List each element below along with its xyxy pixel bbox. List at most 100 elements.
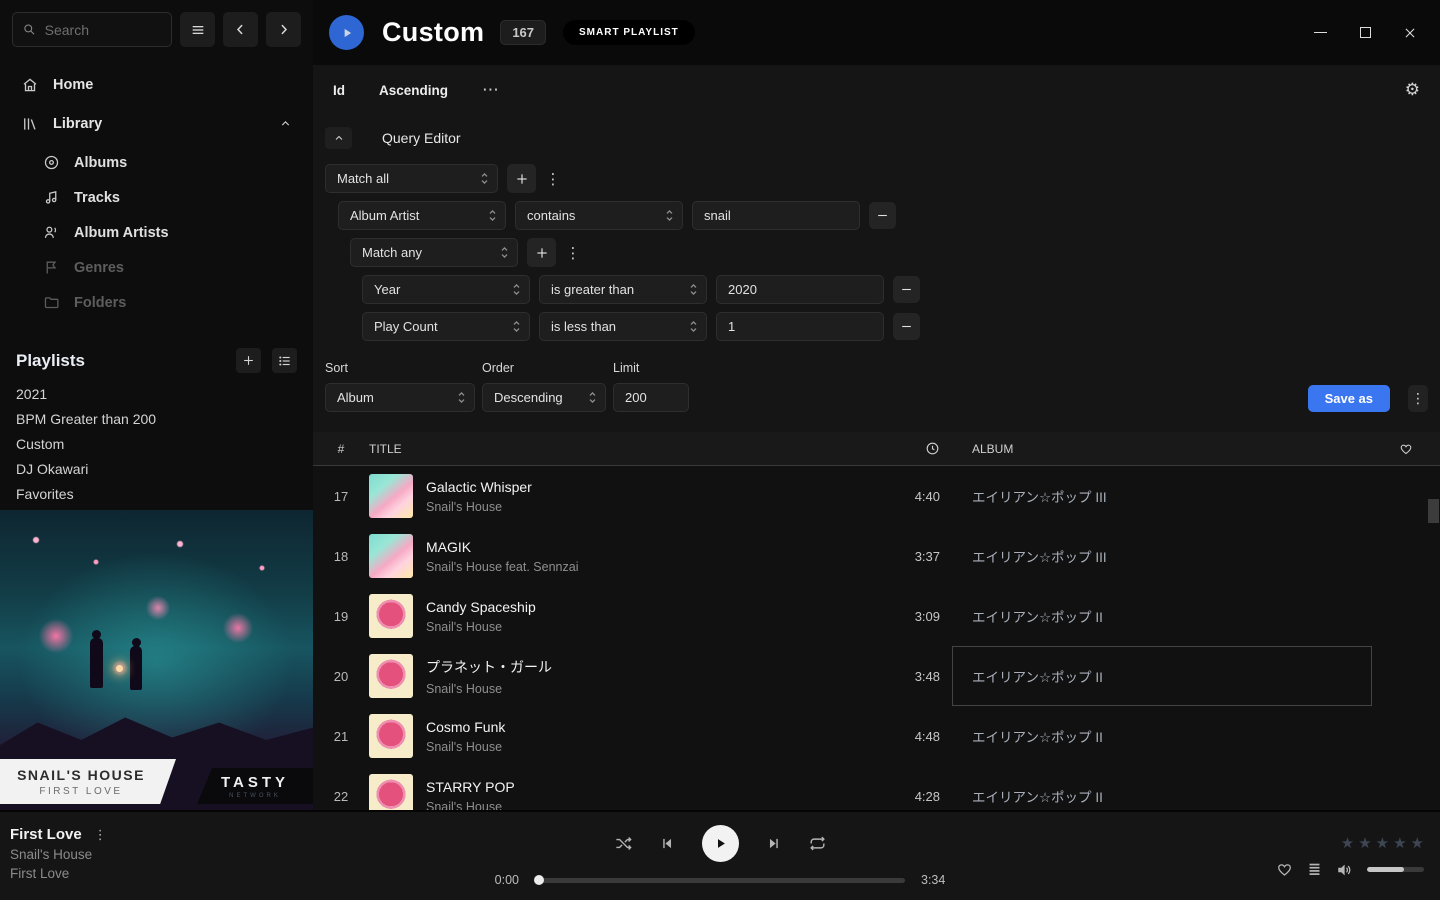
track-artist[interactable]: Snail's House feat. Sennzai xyxy=(426,560,578,574)
volume-slider[interactable] xyxy=(1367,867,1424,872)
star-icon[interactable]: ★ xyxy=(1341,834,1354,852)
track-album[interactable]: エイリアン☆ポップ II xyxy=(952,646,1372,706)
seek-handle[interactable] xyxy=(534,875,544,885)
previous-track-button[interactable] xyxy=(659,835,676,852)
rule-value-input[interactable] xyxy=(716,275,884,304)
track-row[interactable]: 20プラネット・ガールSnail's House3:48エイリアン☆ポップ II xyxy=(313,646,1440,706)
star-icon[interactable]: ★ xyxy=(1411,834,1424,852)
rule-field-select[interactable]: Play Count xyxy=(362,312,530,341)
rule-operator-select[interactable]: is less than xyxy=(539,312,707,341)
star-icon[interactable]: ★ xyxy=(1358,834,1371,852)
favorite-button[interactable] xyxy=(1276,861,1293,878)
playlist-item[interactable]: 2021 xyxy=(16,381,297,406)
minimize-button[interactable] xyxy=(1306,19,1334,47)
track-duration: 4:40 xyxy=(880,489,952,504)
track-album[interactable]: エイリアン☆ポップ III xyxy=(952,526,1372,586)
scrollbar-thumb[interactable] xyxy=(1428,499,1439,523)
now-playing-title[interactable]: First Love xyxy=(10,826,82,843)
match-type-select[interactable]: Match all xyxy=(325,164,498,193)
sidebar-item-tracks[interactable]: Tracks xyxy=(12,180,301,215)
group-match-type-select[interactable]: Match any xyxy=(350,238,518,267)
track-album[interactable]: エイリアン☆ポップ II xyxy=(952,586,1372,646)
sidebar-item-home[interactable]: Home xyxy=(12,65,301,104)
track-row[interactable]: 18MAGIKSnail's House feat. Sennzai3:37エイ… xyxy=(313,526,1440,586)
search-input-wrapper[interactable] xyxy=(12,12,172,47)
rule-group-menu-button[interactable]: ⋮ xyxy=(565,244,581,262)
next-track-button[interactable] xyxy=(765,835,782,852)
now-playing-menu-button[interactable]: ⋮ xyxy=(94,827,107,843)
track-row[interactable]: 19Candy SpaceshipSnail's House3:09エイリアン☆… xyxy=(313,586,1440,646)
save-as-button[interactable]: Save as xyxy=(1308,385,1390,412)
play-pause-button[interactable] xyxy=(702,825,739,862)
column-header-album[interactable]: ALBUM xyxy=(952,442,1372,456)
track-artist[interactable]: Snail's House xyxy=(426,500,532,514)
add-rule-button[interactable] xyxy=(527,238,556,267)
select-chevrons-icon xyxy=(480,171,489,186)
repeat-button[interactable] xyxy=(808,834,827,853)
playlist-list-options-button[interactable] xyxy=(272,348,297,373)
search-input[interactable] xyxy=(45,22,161,38)
playlist-item[interactable]: Custom xyxy=(16,431,297,456)
now-playing-artist[interactable]: Snail's House xyxy=(10,847,380,862)
rule-value-input[interactable] xyxy=(716,312,884,341)
now-playing-album[interactable]: First Love xyxy=(10,866,380,881)
play-playlist-button[interactable] xyxy=(329,15,364,50)
track-artist[interactable]: Snail's House xyxy=(426,682,552,696)
query-menu-button[interactable]: ⋮ xyxy=(1408,385,1428,412)
queue-button[interactable] xyxy=(1306,861,1323,878)
star-icon[interactable]: ★ xyxy=(1393,834,1406,852)
shuffle-button[interactable] xyxy=(614,834,633,853)
nav-forward-button[interactable] xyxy=(266,12,301,47)
sidebar-item-albums[interactable]: Albums xyxy=(12,145,301,180)
track-album[interactable]: エイリアン☆ポップ III xyxy=(952,466,1372,526)
query-order-select[interactable]: Descending xyxy=(482,383,606,412)
remove-rule-button[interactable] xyxy=(869,202,896,229)
settings-gear-button[interactable]: ⚙ xyxy=(1405,80,1420,100)
star-icon[interactable]: ★ xyxy=(1376,834,1389,852)
volume-button[interactable] xyxy=(1336,861,1354,879)
track-row[interactable]: 17Galactic WhisperSnail's House4:40エイリアン… xyxy=(313,466,1440,526)
sort-field-button[interactable]: Id xyxy=(333,83,345,98)
sidebar-item-genres[interactable]: Genres xyxy=(12,250,301,285)
column-header-duration[interactable] xyxy=(880,441,952,456)
rule-field-select[interactable]: Album Artist xyxy=(338,201,506,230)
query-editor-collapse-button[interactable] xyxy=(325,127,352,149)
playlist-item[interactable]: Favorites xyxy=(16,481,297,506)
track-row[interactable]: 22STARRY POPSnail's House4:28エイリアン☆ポップ I… xyxy=(313,766,1440,810)
track-artist[interactable]: Snail's House xyxy=(426,620,536,634)
column-header-number[interactable]: # xyxy=(313,442,369,456)
close-button[interactable] xyxy=(1396,19,1424,47)
now-playing-artwork[interactable]: SNAIL'S HOUSE FIRST LOVE TASTY NETWORK xyxy=(0,510,313,810)
track-artist[interactable]: Snail's House xyxy=(426,740,505,754)
remove-rule-button[interactable] xyxy=(893,313,920,340)
minus-icon xyxy=(900,283,913,296)
seek-slider[interactable] xyxy=(535,878,905,883)
track-album[interactable]: エイリアン☆ポップ II xyxy=(952,706,1372,766)
nav-back-button[interactable] xyxy=(223,12,258,47)
sort-order-button[interactable]: Ascending xyxy=(379,83,448,98)
rule-value-input[interactable] xyxy=(692,201,860,230)
query-sort-select[interactable]: Album xyxy=(325,383,475,412)
chevron-up-icon[interactable] xyxy=(279,117,292,130)
more-options-button[interactable]: ⋯ xyxy=(482,80,500,100)
track-artist[interactable]: Snail's House xyxy=(426,800,515,811)
sidebar-item-album-artists[interactable]: Album Artists xyxy=(12,215,301,250)
menu-button[interactable] xyxy=(180,12,215,47)
rule-group-menu-button[interactable]: ⋮ xyxy=(545,170,561,188)
sidebar-item-library[interactable]: Library xyxy=(12,104,301,143)
rule-field-select[interactable]: Year xyxy=(362,275,530,304)
column-header-title[interactable]: TITLE xyxy=(369,442,880,456)
track-row[interactable]: 21Cosmo FunkSnail's House4:48エイリアン☆ポップ I… xyxy=(313,706,1440,766)
rule-operator-select[interactable]: contains xyxy=(515,201,683,230)
playlist-item[interactable]: DJ Okawari xyxy=(16,456,297,481)
column-header-favorite[interactable] xyxy=(1372,442,1440,456)
rule-operator-select[interactable]: is greater than xyxy=(539,275,707,304)
add-rule-button[interactable] xyxy=(507,164,536,193)
limit-input[interactable] xyxy=(613,383,689,412)
playlist-item[interactable]: BPM Greater than 200 xyxy=(16,406,297,431)
add-playlist-button[interactable] xyxy=(236,348,261,373)
sidebar-item-folders[interactable]: Folders xyxy=(12,285,301,320)
remove-rule-button[interactable] xyxy=(893,276,920,303)
maximize-button[interactable] xyxy=(1351,19,1379,47)
track-album[interactable]: エイリアン☆ポップ II xyxy=(952,766,1372,810)
